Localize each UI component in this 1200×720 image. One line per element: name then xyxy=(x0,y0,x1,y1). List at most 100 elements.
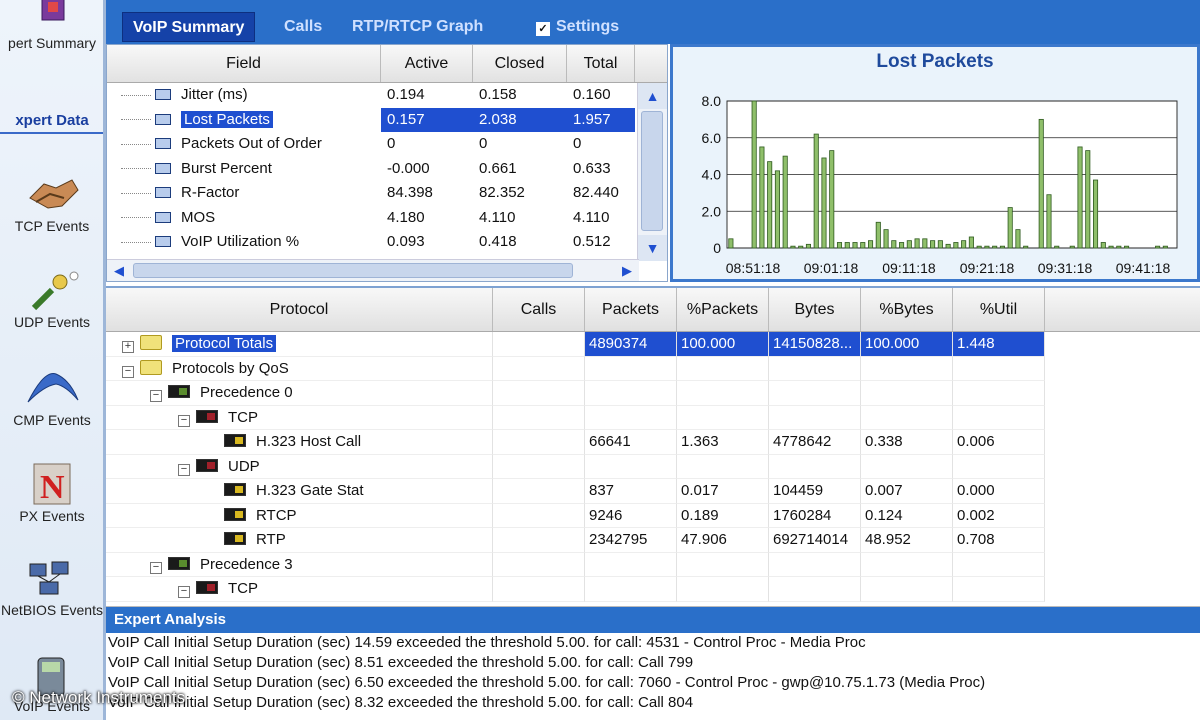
table-icon xyxy=(155,187,171,198)
row-protocol: H.323 Host Call xyxy=(106,430,493,455)
sidebar-item-tcp-events[interactable]: TCP Events xyxy=(0,172,103,235)
row-protocol-name: Precedence 0 xyxy=(200,384,293,401)
row-packets xyxy=(585,405,677,430)
collapse-icon[interactable]: − xyxy=(150,561,162,574)
column-header-closed[interactable]: Closed xyxy=(473,45,567,82)
bar xyxy=(906,240,912,249)
table-row[interactable]: − Protocols by QoS xyxy=(106,356,1200,381)
tab-voip-summary[interactable]: VoIP Summary xyxy=(122,12,256,42)
row-total: 1.957 xyxy=(567,107,635,132)
table-row[interactable]: − Precedence 3 xyxy=(106,552,1200,577)
row-pct-packets: 0.189 xyxy=(677,503,769,528)
table-row[interactable]: RTP 2342795 47.906 692714014 48.952 0.708 xyxy=(106,528,1200,553)
sidebar-item-ipx-events[interactable]: N PX Events xyxy=(0,462,103,525)
analysis-line[interactable]: VoIP Call Initial Setup Duration (sec) 6… xyxy=(106,673,1200,693)
row-util: 1.448 xyxy=(953,332,1045,357)
table-row[interactable]: MOS 4.180 4.110 4.110 xyxy=(107,206,667,231)
row-field: Burst Percent xyxy=(181,159,272,177)
expand-icon[interactable]: + xyxy=(122,341,134,353)
column-header-pct-bytes[interactable]: %Bytes xyxy=(861,288,953,331)
tab-settings[interactable]: ✓ Settings xyxy=(526,12,629,42)
row-pct-packets: 1.363 xyxy=(677,430,769,455)
row-pct-packets xyxy=(677,577,769,602)
table-row[interactable]: VoIP Utilization % 0.093 0.418 0.512 xyxy=(107,230,667,255)
sidebar-item-icmp-events[interactable]: CMP Events xyxy=(0,366,103,429)
table-row[interactable]: RTCP 9246 0.189 1760284 0.124 0.002 xyxy=(106,503,1200,528)
column-header-pct-packets[interactable]: %Packets xyxy=(677,288,769,331)
column-header-protocol[interactable]: Protocol xyxy=(106,288,493,331)
analysis-line[interactable]: VoIP Call Initial Setup Duration (sec) 1… xyxy=(106,633,1200,653)
plug-icon xyxy=(31,271,79,311)
view-tab-bar: VoIP Summary Calls RTP/RTCP Graph ✓ Setti… xyxy=(106,0,1200,44)
bar xyxy=(1155,245,1161,249)
tab-calls[interactable]: Calls xyxy=(274,12,332,42)
table-row[interactable]: H.323 Gate Stat 837 0.017 104459 0.007 0.000 xyxy=(106,479,1200,504)
row-protocol: RTP xyxy=(106,528,493,553)
scroll-thumb[interactable] xyxy=(133,263,573,278)
sidebar-item-label: CMP Events xyxy=(13,412,91,428)
table-row[interactable]: − Precedence 0 xyxy=(106,381,1200,406)
analysis-line[interactable]: VoIP Call Initial Setup Duration (sec) 8… xyxy=(106,693,1200,713)
bar xyxy=(953,242,959,249)
summary-header-row: Field Active Closed Total xyxy=(107,45,667,83)
table-row[interactable]: − TCP xyxy=(106,577,1200,602)
vertical-scrollbar[interactable]: ▲ ▼ xyxy=(637,83,667,261)
column-header-field[interactable]: Field xyxy=(107,45,381,82)
scroll-thumb[interactable] xyxy=(641,111,663,231)
sidebar-item-udp-events[interactable]: UDP Events xyxy=(0,268,103,331)
table-row-selected[interactable]: Lost Packets 0.157 2.038 1.957 xyxy=(107,107,667,132)
collapse-icon[interactable]: − xyxy=(122,365,134,378)
sidebar-item-netbios-events[interactable]: NetBIOS Events xyxy=(0,560,103,619)
table-row[interactable]: R-Factor 84.398 82.352 82.440 xyxy=(107,181,667,206)
settings-checkbox[interactable]: ✓ xyxy=(536,22,550,36)
row-calls xyxy=(493,503,585,528)
collapse-icon[interactable]: − xyxy=(150,390,162,402)
column-header-packets[interactable]: Packets xyxy=(585,288,677,331)
collapse-icon[interactable]: − xyxy=(178,414,190,427)
table-row[interactable]: Jitter (ms) 0.194 0.158 0.160 xyxy=(107,83,667,108)
novell-icon: N xyxy=(33,463,71,506)
row-field: Jitter (ms) xyxy=(181,86,248,103)
table-row[interactable]: Packets Out of Order 0 0 0 xyxy=(107,132,667,157)
column-header-calls[interactable]: Calls xyxy=(493,288,585,331)
table-row[interactable]: H.323 Host Call 66641 1.363 4778642 0.338 0.0… xyxy=(106,430,1200,455)
collapse-icon[interactable]: − xyxy=(178,463,190,476)
bar xyxy=(852,242,858,249)
collapse-icon[interactable]: − xyxy=(178,586,190,598)
row-protocol-name: Protocols by QoS xyxy=(172,359,289,377)
tab-rtp-rtcp-graph[interactable]: RTP/RTCP Graph xyxy=(342,12,493,42)
row-protocol: RTCP xyxy=(106,503,493,528)
table-row[interactable]: − TCP xyxy=(106,405,1200,430)
analysis-line[interactable]: VoIP Call Initial Setup Duration (sec) 8… xyxy=(106,653,1200,673)
row-protocol: − UDP xyxy=(106,454,493,479)
column-header-total[interactable]: Total xyxy=(567,45,635,82)
network-computers-icon xyxy=(29,561,69,595)
scroll-down-icon[interactable]: ▼ xyxy=(638,235,667,261)
row-protocol-name: H.323 Gate Stat xyxy=(256,482,364,499)
table-row[interactable]: − UDP xyxy=(106,454,1200,479)
horizontal-scrollbar[interactable]: ◀ ▶ xyxy=(107,259,639,281)
boomerang-icon xyxy=(27,373,79,403)
column-header-bytes[interactable]: Bytes xyxy=(769,288,861,331)
row-packets: 4890374 xyxy=(585,332,677,357)
bar xyxy=(1054,245,1060,249)
row-protocol-name: Precedence 3 xyxy=(200,555,293,573)
bar xyxy=(821,157,827,249)
row-util: 0.000 xyxy=(953,479,1045,504)
column-header-active[interactable]: Active xyxy=(381,45,473,82)
sidebar-item-expert-summary[interactable]: pert Summary xyxy=(0,0,103,52)
table-row[interactable]: Burst Percent -0.000 0.661 0.633 xyxy=(107,157,667,182)
protocol-icon xyxy=(224,532,246,545)
row-bytes: 1760284 xyxy=(769,503,861,528)
column-header-pct-util[interactable]: %Util xyxy=(953,288,1045,331)
table-row-selected[interactable]: + Protocol Totals 4890374 100.000 14150828..… xyxy=(106,332,1200,357)
bar xyxy=(805,243,811,249)
scroll-right-icon[interactable]: ▶ xyxy=(615,260,639,281)
protocol-icon xyxy=(168,385,190,398)
row-protocol: H.323 Gate Stat xyxy=(106,479,493,504)
x-tick-label: 09:31:18 xyxy=(1038,260,1093,276)
scroll-left-icon[interactable]: ◀ xyxy=(107,260,131,281)
scroll-up-icon[interactable]: ▲ xyxy=(638,83,667,109)
expert-sidebar: pert Summary xpert Data TCP Events UDP E… xyxy=(0,0,106,720)
table-icon xyxy=(155,236,171,247)
